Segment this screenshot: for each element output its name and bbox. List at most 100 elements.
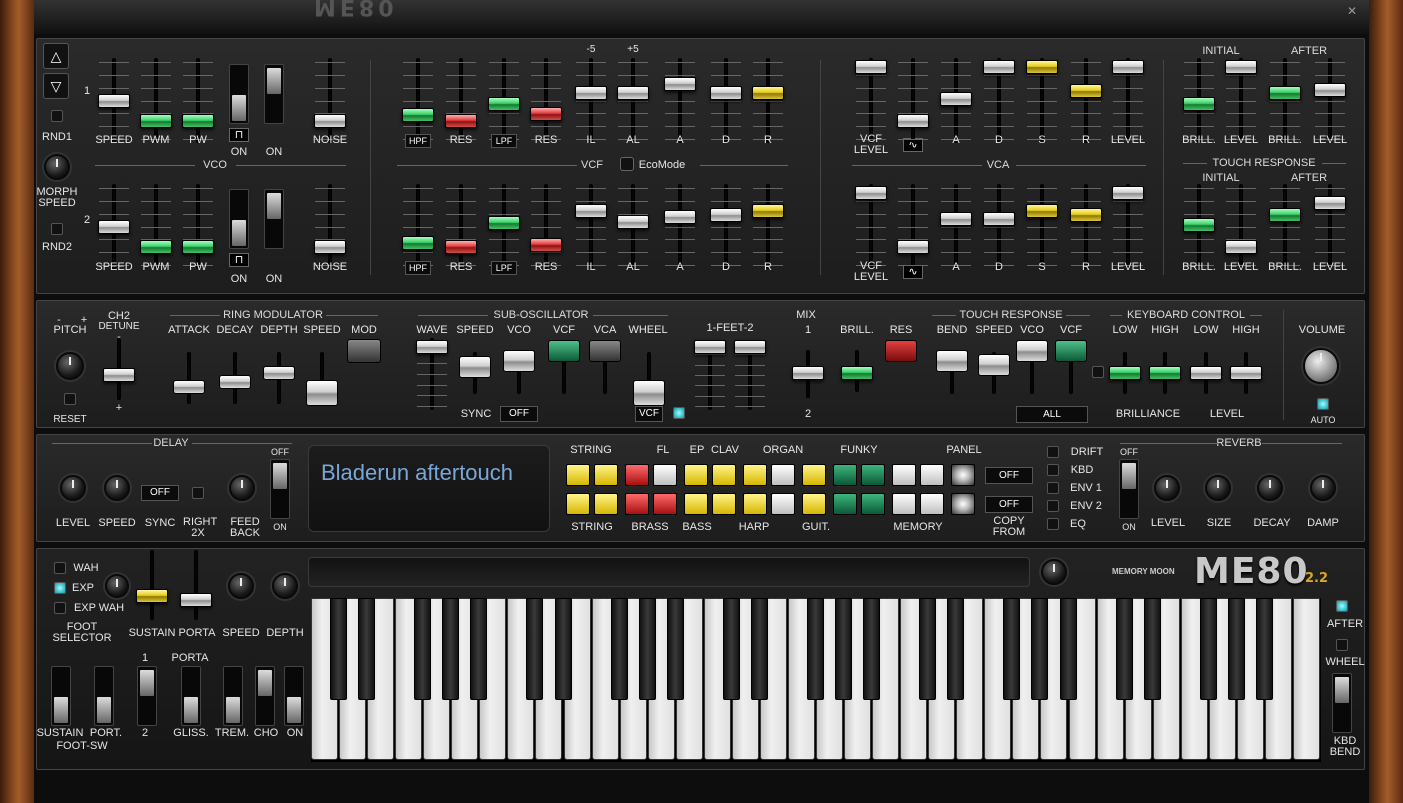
wheel-led[interactable] <box>673 407 685 419</box>
vco1-vcf-2-cap[interactable] <box>488 97 520 111</box>
vco1-speed-cap[interactable] <box>98 94 130 108</box>
copy-off-2[interactable]: OFF <box>985 496 1033 513</box>
on-switch[interactable] <box>284 666 304 726</box>
black-key[interactable] <box>750 598 768 700</box>
port-footsw-switch[interactable] <box>94 666 114 726</box>
ecomode-toggle[interactable] <box>620 157 634 171</box>
preset-button-top[interactable] <box>653 464 677 486</box>
vco1-vcf-3-cap[interactable] <box>530 107 562 121</box>
vco2-vca-1-cap[interactable] <box>897 240 929 254</box>
preset-button-top[interactable] <box>833 464 857 486</box>
black-key[interactable] <box>919 598 937 700</box>
reverb-decay-knob[interactable] <box>1257 475 1283 501</box>
black-key[interactable] <box>358 598 376 700</box>
reverb-level-knob[interactable] <box>1154 475 1180 501</box>
vco1-vcf-6-cap[interactable] <box>664 77 696 91</box>
vco2-vca-4-cap[interactable] <box>1026 204 1058 218</box>
vco1-vca-0-cap[interactable] <box>855 60 887 74</box>
black-key[interactable] <box>414 598 432 700</box>
sub-vcf-cap[interactable] <box>548 340 580 362</box>
reset-button[interactable] <box>64 393 76 405</box>
vco1-vcf-5-cap[interactable] <box>617 86 649 100</box>
preset-button-bottom[interactable] <box>594 493 618 515</box>
preset-button-top[interactable] <box>566 464 590 486</box>
vco1-brill-3-cap[interactable] <box>1314 83 1346 97</box>
vco2-vca-6-cap[interactable] <box>1112 186 1144 200</box>
vco2-vca-2-cap[interactable] <box>940 212 972 226</box>
strip-knob[interactable] <box>1041 559 1067 585</box>
black-key[interactable] <box>526 598 544 700</box>
black-key[interactable] <box>1199 598 1217 700</box>
kbd-led[interactable] <box>1047 464 1059 476</box>
detune-cap[interactable] <box>103 368 135 382</box>
vco2-vcf-7-cap[interactable] <box>710 208 742 222</box>
vco2-on-switch[interactable] <box>264 189 284 249</box>
black-key[interactable] <box>807 598 824 700</box>
preset-button-bottom[interactable] <box>861 493 885 515</box>
delay-speed-knob[interactable] <box>104 475 130 501</box>
vco2-lpf-button[interactable]: LPF <box>491 261 517 275</box>
t-vco-cap[interactable] <box>1016 340 1048 362</box>
porta-12-switch[interactable] <box>137 666 157 726</box>
vco2-vca-0-cap[interactable] <box>855 186 887 200</box>
sustain-footsw-switch[interactable] <box>51 666 71 726</box>
pitch-knob[interactable] <box>56 352 84 380</box>
black-key[interactable] <box>554 598 572 700</box>
black-key[interactable] <box>1059 598 1077 700</box>
reverb-size-knob[interactable] <box>1205 475 1231 501</box>
vco1-pw-cap[interactable] <box>182 114 214 128</box>
perf-sustain-cap[interactable] <box>136 589 168 603</box>
vco1-noise-cap[interactable] <box>314 114 346 128</box>
vco2-pwm-cap[interactable] <box>140 240 172 254</box>
wave-cap[interactable] <box>416 340 448 354</box>
drift-led[interactable] <box>1047 446 1059 458</box>
preset-button-top[interactable] <box>920 464 944 486</box>
white-key[interactable] <box>1292 598 1320 760</box>
touch-all-button[interactable]: ALL <box>1016 406 1088 423</box>
preset-button-bottom[interactable] <box>802 493 826 515</box>
sub-speed-cap[interactable] <box>459 356 491 378</box>
sub-wheel-cap[interactable] <box>633 380 665 406</box>
vco1-vca-5-cap[interactable] <box>1070 84 1102 98</box>
vco2-brill-3-cap[interactable] <box>1314 196 1346 210</box>
feet1-cap[interactable] <box>694 340 726 354</box>
preset-button-top[interactable] <box>743 464 767 486</box>
k-low2-cap[interactable] <box>1190 366 1222 380</box>
vco2-speed-cap[interactable] <box>98 220 130 234</box>
t-vcf-cap[interactable] <box>1055 340 1087 362</box>
preset-button-bottom[interactable] <box>653 493 677 515</box>
delay-on-off-switch[interactable] <box>270 459 290 519</box>
keyboard[interactable] <box>311 598 1321 762</box>
kbd-bend-switch[interactable] <box>1332 673 1352 733</box>
vco1-vca-3-cap[interactable] <box>983 60 1015 74</box>
black-key[interactable] <box>1003 598 1021 700</box>
after-led[interactable] <box>1336 600 1348 612</box>
vco1-pwm-cap[interactable] <box>140 114 172 128</box>
vco2-wave-switch[interactable] <box>229 189 249 249</box>
preset-button-bottom[interactable] <box>920 493 944 515</box>
preset-button-top[interactable] <box>951 464 975 486</box>
perf-porta-cap[interactable] <box>180 593 212 607</box>
k-high2-cap[interactable] <box>1230 366 1262 380</box>
preset-button-top[interactable] <box>625 464 649 486</box>
auto-led[interactable] <box>1317 398 1329 410</box>
black-key[interactable] <box>722 598 740 700</box>
preset-button-top[interactable] <box>892 464 916 486</box>
preset-button-top[interactable] <box>594 464 618 486</box>
delay-feedback-knob[interactable] <box>229 475 255 501</box>
morph-speed-knob[interactable] <box>44 154 70 180</box>
gliss-switch[interactable] <box>181 666 201 726</box>
sub-vca-cap[interactable] <box>589 340 621 362</box>
reverb-switch[interactable] <box>1119 459 1139 519</box>
t-speed-cap[interactable] <box>978 354 1010 376</box>
sync-off-button[interactable]: OFF <box>500 406 538 422</box>
black-key[interactable] <box>835 598 853 700</box>
speed-cap[interactable] <box>306 380 338 406</box>
preset-button-bottom[interactable] <box>684 493 708 515</box>
vco1-brill-0-cap[interactable] <box>1183 97 1215 111</box>
copy-off-1[interactable]: OFF <box>985 467 1033 484</box>
vco2-vcf-4-cap[interactable] <box>575 204 607 218</box>
vco2-vcf-5-cap[interactable] <box>617 215 649 229</box>
kbd-control-led[interactable] <box>1092 366 1104 378</box>
wah-led[interactable] <box>54 562 66 574</box>
